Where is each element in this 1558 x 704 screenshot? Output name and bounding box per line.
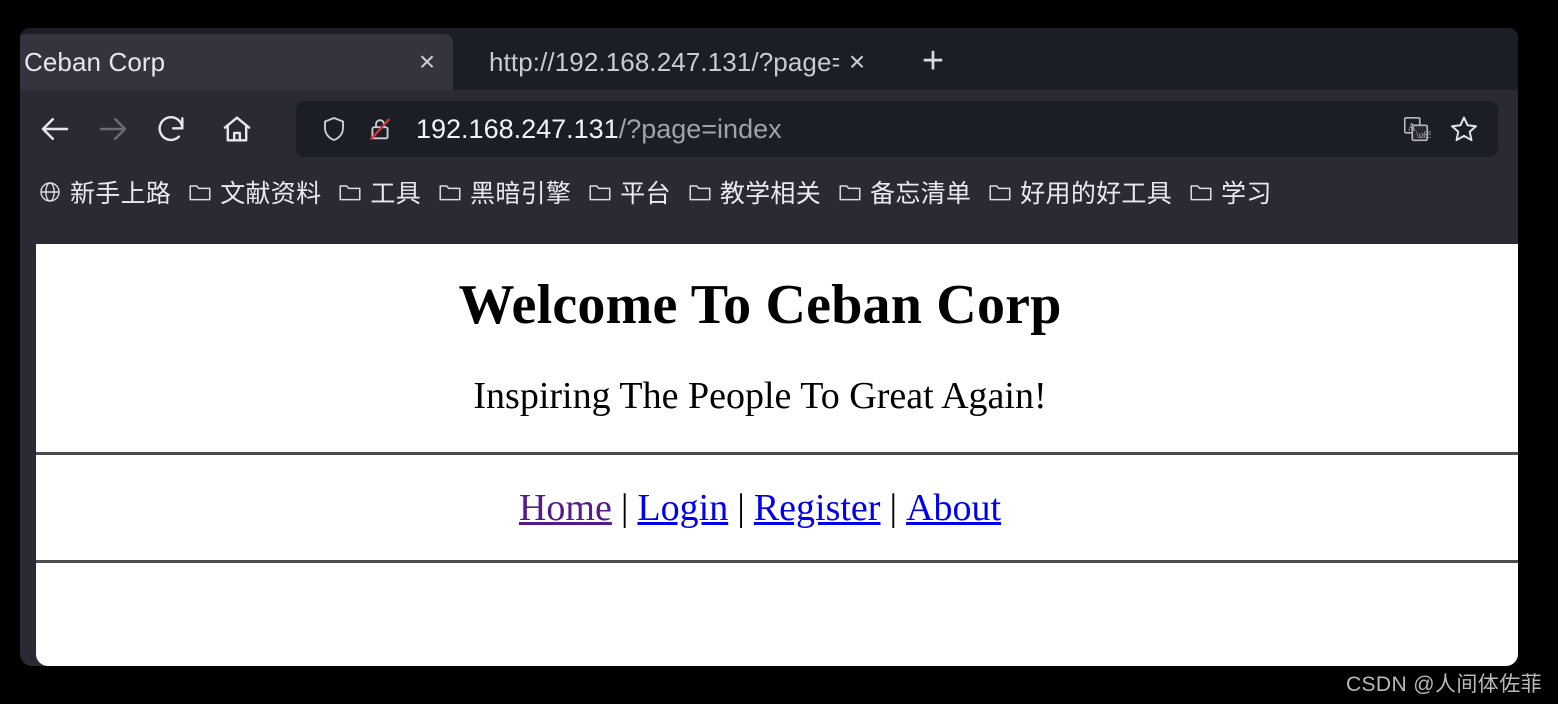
close-icon[interactable]: × [409, 44, 445, 80]
home-icon[interactable] [208, 100, 266, 158]
url-text[interactable]: 192.168.247.131/?page=index [416, 114, 1396, 145]
bookmark-item-4[interactable]: 平台 [578, 172, 678, 212]
bookmark-label: 教学相关 [719, 180, 822, 208]
nav-link-about[interactable]: About [906, 487, 1001, 529]
nav-separator: | [620, 486, 629, 529]
browser-tab-index-page[interactable]: http://192.168.247.131/?page= × [453, 34, 883, 90]
page-viewport: Welcome To Ceban Corp Inspiring The Peop… [36, 244, 1518, 666]
page-body [36, 563, 1518, 663]
tab-title: http://192.168.247.131/?page= [489, 46, 839, 77]
bookmark-star-icon[interactable] [1444, 109, 1484, 149]
address-bar[interactable]: 192.168.247.131/?page=index A \u6587 [296, 101, 1498, 157]
bookmark-item-6[interactable]: 备忘清单 [828, 172, 978, 212]
page-header: Welcome To Ceban Corp Inspiring The Peop… [36, 244, 1518, 452]
folder-icon [685, 177, 715, 207]
nav-separator: | [737, 486, 745, 529]
tab-strip: Ceban Corp × http://192.168.247.131/?pag… [20, 28, 1518, 90]
bookmark-item-1[interactable]: 文献资料 [178, 172, 328, 212]
folder-icon [335, 177, 365, 207]
page-tagline: Inspiring The People To Great Again! [473, 374, 1047, 417]
folder-icon [185, 177, 215, 207]
new-tab-icon[interactable]: + [907, 36, 959, 88]
tab-title: Ceban Corp [24, 46, 166, 77]
bookmark-label: 好用的好工具 [1020, 180, 1173, 208]
bookmark-item-0[interactable]: 新手上路 [28, 172, 178, 212]
url-path: /?page=index [618, 113, 782, 144]
nav-link-register[interactable]: Register [754, 487, 881, 529]
bookmark-label: 文献资料 [220, 180, 322, 208]
globe-icon [35, 177, 65, 207]
folder-icon [1186, 177, 1216, 207]
site-navigation: Home | Login | Register | About [36, 455, 1518, 560]
nav-separator: | [889, 486, 898, 529]
back-arrow-icon[interactable] [26, 100, 84, 158]
browser-window: Ceban Corp × http://192.168.247.131/?pag… [20, 28, 1518, 666]
close-icon[interactable]: × [839, 44, 875, 80]
bookmark-item-5[interactable]: 教学相关 [678, 172, 828, 212]
bookmark-label: 学习 [1221, 180, 1272, 208]
nav-link-login[interactable]: Login [637, 487, 728, 529]
folder-icon [985, 177, 1015, 207]
bookmarks-bar: 新手上路 文献资料 工具 黑暗引擎 平台 教学相关 备忘清单 好用的好工具 学习 [20, 168, 1518, 216]
url-host: 192.168.247.131 [416, 113, 619, 144]
bookmark-label: 平台 [620, 180, 671, 208]
bookmark-item-8[interactable]: 学习 [1179, 172, 1279, 212]
bookmark-label: 工具 [370, 180, 422, 208]
bookmark-item-2[interactable]: 工具 [328, 172, 428, 212]
bookmark-item-7[interactable]: 好用的好工具 [978, 172, 1179, 212]
web-page: Welcome To Ceban Corp Inspiring The Peop… [36, 244, 1518, 663]
reload-icon[interactable] [142, 100, 200, 158]
browser-tab-ceban-corp[interactable]: Ceban Corp × [20, 34, 453, 90]
svg-text:\u6587: \u6587 [1416, 131, 1431, 141]
nav-link-list: Home | Login | Register | About [519, 486, 1001, 530]
nav-link-home[interactable]: Home [519, 487, 612, 529]
translate-icon[interactable]: A \u6587 [1396, 109, 1436, 149]
bookmark-label: 备忘清单 [870, 180, 972, 208]
folder-icon [835, 177, 865, 207]
navigation-toolbar: 192.168.247.131/?page=index A \u6587 [20, 90, 1518, 168]
forward-arrow-icon [84, 100, 142, 158]
folder-icon [435, 177, 465, 207]
insecure-lock-icon[interactable] [360, 109, 400, 149]
shield-icon[interactable] [314, 109, 354, 149]
bookmark-label: 黑暗引擎 [470, 180, 572, 208]
bookmark-item-3[interactable]: 黑暗引擎 [428, 172, 578, 212]
page-title: Welcome To Ceban Corp [458, 274, 1062, 336]
bookmark-label: 新手上路 [70, 180, 172, 208]
folder-icon [585, 177, 615, 207]
watermark: CSDN @人间体佐菲 [1345, 673, 1542, 696]
